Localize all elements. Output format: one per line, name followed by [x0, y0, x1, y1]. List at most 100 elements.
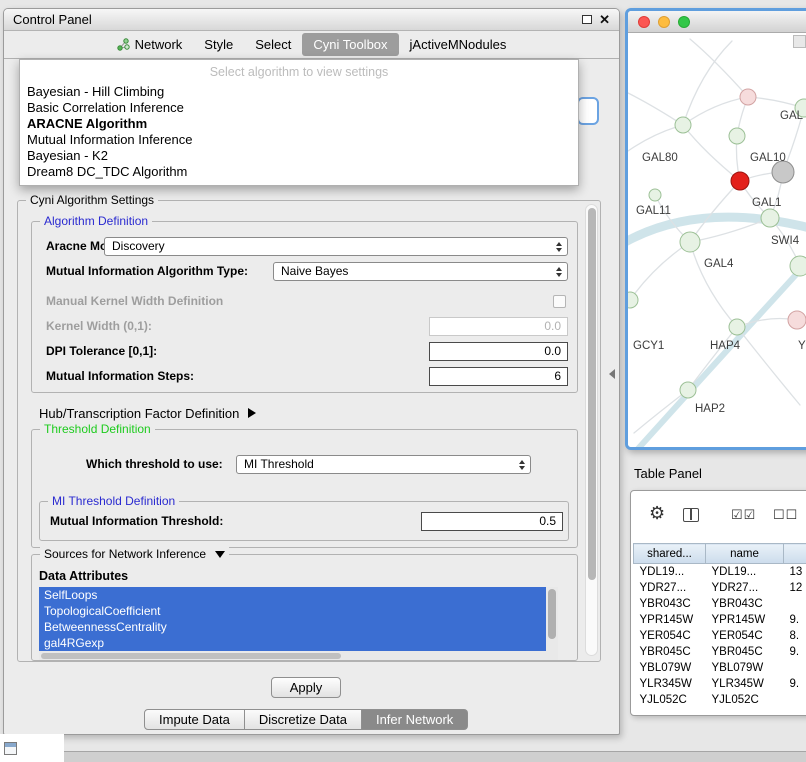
network-node-label: GCY1	[633, 340, 664, 352]
kernel-width-field[interactable]: 0.0	[429, 317, 568, 336]
table-cell	[784, 692, 806, 708]
aracne-mode-value: Discovery	[112, 239, 165, 253]
network-edge[interactable]	[737, 327, 800, 405]
column-header-cut[interactable]	[784, 544, 806, 564]
gear-icon[interactable]: ⚙	[649, 504, 665, 522]
restore-icon[interactable]	[582, 15, 592, 24]
network-node[interactable]	[788, 311, 806, 329]
sources-group-title[interactable]: Sources for Network Inference	[40, 547, 229, 561]
network-node[interactable]	[729, 128, 745, 144]
network-node[interactable]	[680, 382, 696, 398]
table-row[interactable]: YBR043CYBR043C	[634, 596, 806, 612]
control-panel-titlebar[interactable]: Control Panel ✕	[4, 9, 619, 31]
tab-style[interactable]: Style	[193, 33, 244, 56]
table-row[interactable]: YBL079WYBL079W	[634, 660, 806, 676]
attribute-item-selected[interactable]: TopologicalCoefficient	[39, 603, 546, 619]
network-node-label: GAL10	[750, 152, 786, 164]
attribute-list-hscrollbar[interactable]	[39, 651, 558, 660]
dpi-tolerance-label: DPI Tolerance [0,1]:	[46, 342, 157, 361]
algorithm-option-selected[interactable]: ARACNE Algorithm	[20, 116, 578, 132]
table-row[interactable]: YDL19...YDL19...13	[634, 564, 806, 580]
close-button[interactable]	[638, 16, 650, 28]
tab-jactivemnodules[interactable]: jActiveMNodules	[399, 33, 518, 56]
minimize-button[interactable]	[658, 16, 670, 28]
deselect-all-checks-icon[interactable]: ☐☐	[773, 507, 798, 523]
columns-icon[interactable]	[683, 508, 699, 522]
collapsed-triangle-icon[interactable]	[248, 408, 256, 418]
attribute-list-vscrollbar-thumb[interactable]	[548, 589, 556, 639]
network-node[interactable]	[790, 256, 806, 276]
combobox-focus-fragment[interactable]	[577, 97, 599, 125]
close-icon[interactable]: ✕	[599, 13, 610, 26]
algorithm-option[interactable]: Mutual Information Inference	[20, 132, 578, 148]
network-node[interactable]	[761, 209, 779, 227]
tab-discretize-data[interactable]: Discretize Data	[245, 709, 362, 730]
table-row[interactable]: YJL052CYJL052C	[634, 692, 806, 708]
network-edge[interactable]	[628, 93, 683, 125]
attribute-rows: SelfLoops TopologicalCoefficient Between…	[39, 587, 546, 651]
network-edge[interactable]	[690, 242, 737, 327]
network-edge[interactable]	[690, 181, 740, 242]
network-edge[interactable]	[683, 97, 748, 125]
tab-impute-data[interactable]: Impute Data	[144, 709, 245, 730]
tab-cyni-toolbox[interactable]: Cyni Toolbox	[302, 33, 398, 56]
table-cell: YDL19...	[634, 564, 706, 580]
titlebar-controls: ✕	[582, 13, 610, 26]
algorithm-option[interactable]: Bayesian - K2	[20, 148, 578, 164]
network-node-label: Y	[798, 340, 806, 352]
settings-scrollbar[interactable]	[585, 204, 598, 656]
tab-select[interactable]: Select	[244, 33, 302, 56]
table-row[interactable]: YBR045CYBR045C9.	[634, 644, 806, 660]
column-header-shared[interactable]: shared...	[634, 544, 706, 564]
network-window-titlebar[interactable]	[628, 11, 806, 33]
table-cell: 8.	[784, 628, 806, 644]
network-edge[interactable]	[683, 41, 732, 125]
network-node[interactable]	[649, 189, 661, 201]
aracne-mode-combobox[interactable]: Discovery	[104, 237, 568, 256]
attribute-item-selected[interactable]: gal4RGexp	[39, 635, 546, 651]
hub-transcription-factor-section[interactable]: Hub/Transcription Factor Definition	[39, 404, 256, 422]
network-edge[interactable]	[630, 242, 690, 300]
algorithm-option[interactable]: Bayesian - Hill Climbing	[20, 84, 578, 100]
zoom-button[interactable]	[678, 16, 690, 28]
algorithm-option[interactable]: Dream8 DC_TDC Algorithm	[20, 164, 578, 180]
manual-kernel-checkbox[interactable]	[553, 295, 566, 308]
table-row[interactable]: YPR145WYPR145W9.	[634, 612, 806, 628]
which-threshold-combobox[interactable]: MI Threshold	[236, 455, 531, 474]
table-row[interactable]: YDR27...YDR27...12	[634, 580, 806, 596]
select-all-checks-icon[interactable]: ☑☑	[731, 507, 756, 523]
minimized-panel-icon[interactable]	[4, 742, 17, 755]
network-node[interactable]	[628, 292, 638, 308]
attribute-list-vscrollbar[interactable]	[546, 587, 558, 651]
mi-steps-field[interactable]: 6	[429, 367, 568, 386]
table-cell: YLR345W	[634, 676, 706, 692]
table-row[interactable]: YLR345WYLR345W9.	[634, 676, 806, 692]
attribute-item-selected[interactable]: SelfLoops	[39, 587, 546, 603]
scrollbar-corner	[793, 35, 806, 48]
apply-button[interactable]: Apply	[271, 677, 341, 698]
network-node[interactable]	[772, 161, 794, 183]
splitter-collapse-icon[interactable]	[609, 369, 615, 379]
dpi-tolerance-field[interactable]: 0.0	[429, 342, 568, 361]
network-node[interactable]	[729, 319, 745, 335]
mi-type-combobox[interactable]: Naive Bayes	[273, 262, 568, 281]
network-node[interactable]	[740, 89, 756, 105]
attribute-list-hscrollbar-thumb[interactable]	[41, 653, 341, 659]
tab-network[interactable]: Network	[106, 33, 194, 56]
tab-infer-network[interactable]: Infer Network	[362, 709, 468, 730]
algorithm-option[interactable]: Basic Correlation Inference	[20, 100, 578, 116]
network-edge[interactable]	[688, 327, 737, 390]
column-header-name[interactable]: name	[706, 544, 784, 564]
network-node[interactable]	[731, 172, 749, 190]
network-edge[interactable]	[628, 125, 683, 151]
network-canvas[interactable]: GALGAL80GAL10GAL11GAL1SWI4GAL4GCY1HAP4HA…	[628, 33, 806, 450]
network-node[interactable]	[680, 232, 700, 252]
attribute-item-selected[interactable]: BetweennessCentrality	[39, 619, 546, 635]
dropdown-placeholder: Select algorithm to view settings	[20, 60, 578, 84]
settings-scrollbar-thumb[interactable]	[588, 208, 596, 580]
network-node[interactable]	[675, 117, 691, 133]
network-edge[interactable]	[636, 255, 806, 450]
table-row[interactable]: YER054CYER054C8.	[634, 628, 806, 644]
expanded-triangle-icon[interactable]	[215, 551, 225, 558]
mi-threshold-field[interactable]: 0.5	[421, 512, 563, 531]
